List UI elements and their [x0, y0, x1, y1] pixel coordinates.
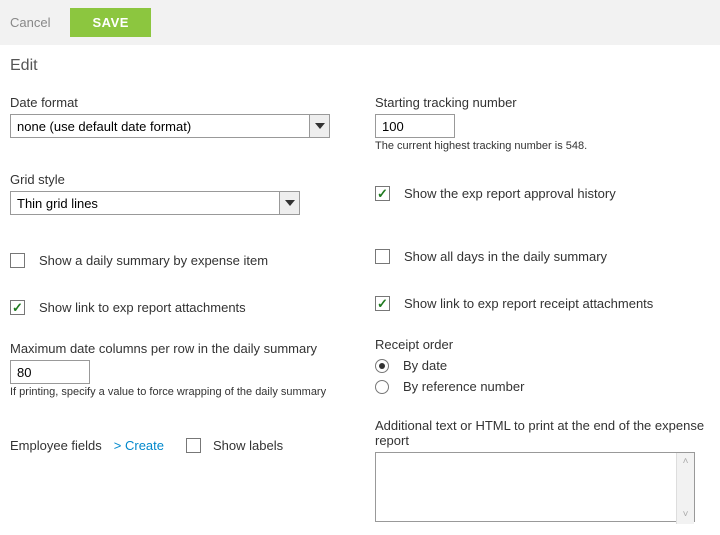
- employee-fields-row: Employee fields > Create Show labels: [10, 438, 345, 453]
- receipt-order-label: Receipt order: [375, 337, 710, 352]
- daily-summary-label: Show a daily summary by expense item: [39, 253, 268, 268]
- cancel-link[interactable]: Cancel: [10, 15, 50, 30]
- show-labels-checkbox[interactable]: [186, 438, 201, 453]
- tracking-label: Starting tracking number: [375, 95, 710, 110]
- grid-style-label: Grid style: [10, 172, 345, 187]
- date-format-field: Date format none (use default date forma…: [10, 95, 345, 138]
- receipt-order-date-label: By date: [403, 358, 447, 373]
- receipt-order-date-radio[interactable]: [375, 359, 389, 373]
- footer-html-textarea[interactable]: [375, 452, 695, 522]
- date-format-label: Date format: [10, 95, 345, 110]
- scrollbar[interactable]: ˄ ˅: [676, 453, 694, 524]
- approval-history-row: Show the exp report approval history: [375, 186, 710, 201]
- grid-style-select-wrapper: Thin grid lines: [10, 191, 300, 215]
- link-attachments-row: Show link to exp report attachments: [10, 300, 345, 315]
- left-column: Date format none (use default date forma…: [10, 81, 345, 525]
- right-column: Starting tracking number The current hig…: [375, 81, 710, 525]
- daily-summary-checkbox[interactable]: [10, 253, 25, 268]
- max-cols-label: Maximum date columns per row in the dail…: [10, 341, 345, 356]
- link-receipt-label: Show link to exp report receipt attachme…: [404, 296, 653, 311]
- date-format-select[interactable]: none (use default date format): [10, 114, 330, 138]
- form: Date format none (use default date forma…: [0, 81, 720, 535]
- link-receipt-checkbox[interactable]: [375, 296, 390, 311]
- tracking-input[interactable]: [375, 114, 455, 138]
- link-receipt-row: Show link to exp report receipt attachme…: [375, 296, 710, 311]
- max-cols-hint: If printing, specify a value to force wr…: [10, 386, 345, 398]
- receipt-order-date-row: By date: [375, 358, 710, 373]
- footer-html-field: Additional text or HTML to print at the …: [375, 418, 710, 525]
- receipt-order-ref-radio[interactable]: [375, 380, 389, 394]
- date-format-select-wrapper: none (use default date format): [10, 114, 330, 138]
- all-days-row: Show all days in the daily summary: [375, 249, 710, 264]
- all-days-label: Show all days in the daily summary: [404, 249, 607, 264]
- link-attachments-checkbox[interactable]: [10, 300, 25, 315]
- max-cols-input[interactable]: [10, 360, 90, 384]
- show-labels-label: Show labels: [213, 438, 283, 453]
- daily-summary-row: Show a daily summary by expense item: [10, 253, 345, 268]
- page-title: Edit: [0, 45, 720, 81]
- scroll-down-icon: ˅: [683, 510, 689, 520]
- receipt-order-field: Receipt order By date By reference numbe…: [375, 337, 710, 394]
- footer-html-label: Additional text or HTML to print at the …: [375, 418, 710, 448]
- employee-fields-label: Employee fields: [10, 438, 102, 453]
- receipt-order-ref-row: By reference number: [375, 379, 710, 394]
- grid-style-select[interactable]: Thin grid lines: [10, 191, 300, 215]
- tracking-field: Starting tracking number The current hig…: [375, 95, 710, 152]
- tracking-hint: The current highest tracking number is 5…: [375, 140, 710, 152]
- approval-history-label: Show the exp report approval history: [404, 186, 616, 201]
- max-cols-field: Maximum date columns per row in the dail…: [10, 341, 345, 398]
- link-attachments-label: Show link to exp report attachments: [39, 300, 246, 315]
- toolbar: Cancel SAVE: [0, 0, 720, 45]
- save-button[interactable]: SAVE: [70, 8, 150, 37]
- grid-style-field: Grid style Thin grid lines: [10, 172, 345, 215]
- receipt-order-ref-label: By reference number: [403, 379, 524, 394]
- approval-history-checkbox[interactable]: [375, 186, 390, 201]
- all-days-checkbox[interactable]: [375, 249, 390, 264]
- scroll-up-icon: ˄: [683, 457, 689, 467]
- create-link[interactable]: > Create: [114, 438, 164, 453]
